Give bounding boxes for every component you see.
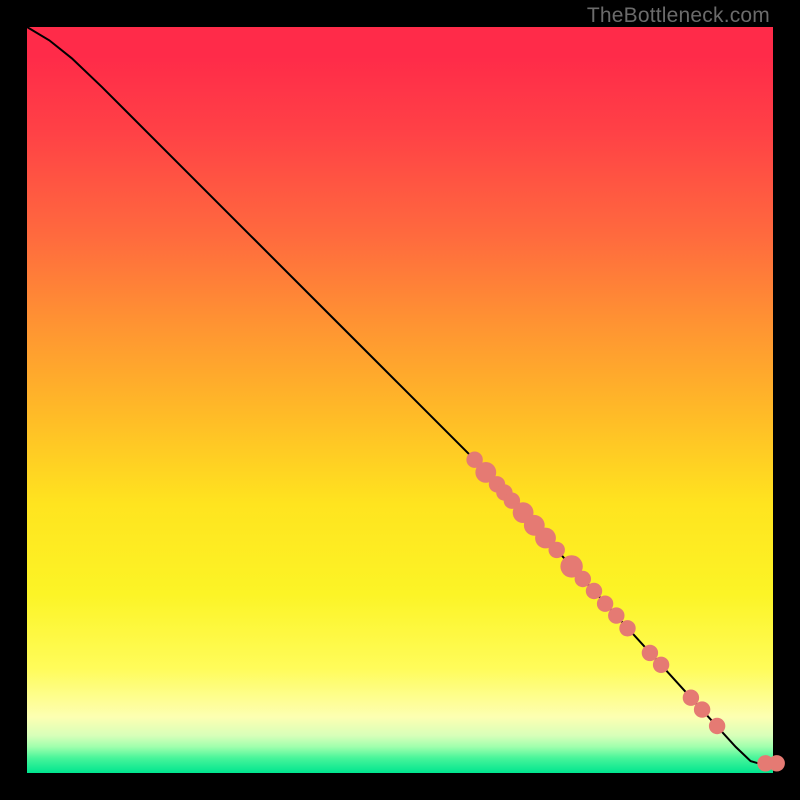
data-point	[608, 607, 624, 623]
data-point	[683, 690, 699, 706]
data-point	[769, 755, 785, 771]
data-point	[597, 596, 613, 612]
scatter-group	[466, 452, 785, 772]
data-point	[642, 645, 658, 661]
bottleneck-curve	[27, 27, 773, 763]
data-point	[694, 701, 710, 717]
data-point	[619, 620, 635, 636]
data-point	[653, 657, 669, 673]
data-point	[549, 542, 565, 558]
data-point	[575, 571, 591, 587]
chart-overlay	[27, 27, 773, 773]
chart-canvas: TheBottleneck.com	[0, 0, 800, 800]
attribution-label: TheBottleneck.com	[587, 4, 770, 28]
data-point	[586, 583, 602, 599]
data-point	[709, 718, 725, 734]
